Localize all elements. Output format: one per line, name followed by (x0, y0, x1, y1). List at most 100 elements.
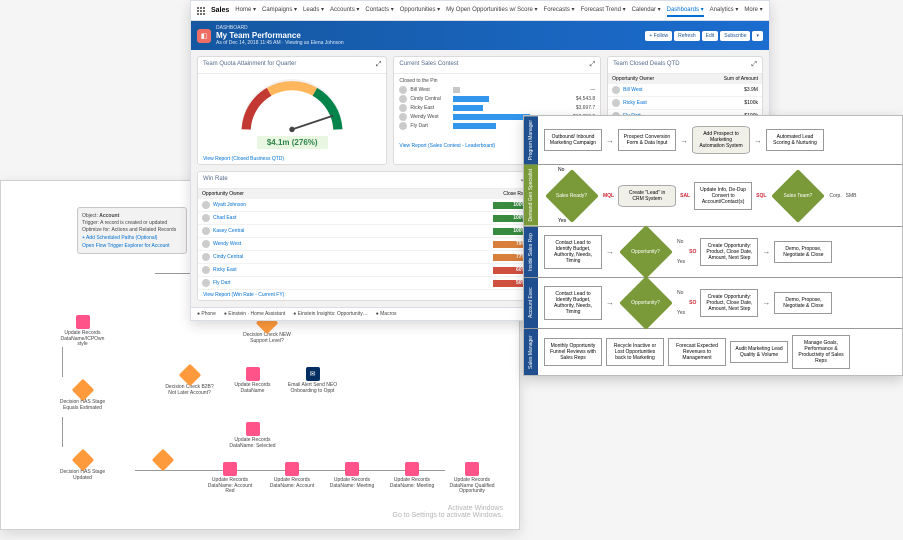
flow-email-node[interactable]: ✉ Email Alert Send NEO Onboarding to Opp… (285, 367, 340, 394)
flow-update-node[interactable]: Update Records DataName: Meeting (327, 462, 377, 489)
nav-tab[interactable]: Calendar ▾ (632, 4, 661, 17)
process-tag: SAL (680, 193, 690, 199)
process-step: Demo, Propose, Negotiate & Close (774, 241, 832, 263)
arrow-icon: → (606, 247, 614, 256)
contest-name: Wendy West (410, 114, 450, 120)
edge-yes: Yes (677, 259, 685, 265)
process-step: Recycle Inactive or Lost Opportunities b… (606, 338, 664, 366)
card-expand-icon[interactable]: ⤢ (751, 61, 757, 69)
nav-tab[interactable]: Opportunities ▾ (400, 4, 440, 17)
avatar (399, 113, 407, 121)
header-buttons: + FollowRefreshEditSubscribe▾ (645, 31, 763, 41)
deals-amt: $100k (744, 100, 758, 106)
update-records-icon (285, 462, 299, 476)
decision-label: Decision HAS Stage Updated (55, 470, 110, 481)
nav-tab[interactable]: Analytics ▾ (710, 4, 739, 17)
header-button[interactable]: + Follow (645, 31, 672, 41)
avatar (202, 214, 210, 222)
contest-val: — (590, 87, 595, 93)
nav-tab[interactable]: Dashboards ▾ (667, 4, 704, 17)
utility-tab[interactable]: ● Einstein Insights: Opportunity… (293, 311, 367, 317)
flow-start-panel: Object: Account Trigger: A record is cre… (77, 207, 187, 254)
winrate-name: Wyatt Johnson (213, 202, 246, 208)
winrate-row[interactable]: Wendy West79% (198, 238, 532, 251)
decision-label: Decision Check B2B? Not Later Account? (162, 385, 217, 396)
swimlane: Inside Sales RepContact Lead to Identify… (524, 227, 902, 278)
flow-decision-node[interactable]: Decision Check B2B? Not Later Account? (162, 367, 217, 396)
deals-row[interactable]: Ricky East$100k (608, 97, 762, 110)
winrate-row[interactable]: Ricky East60% (198, 264, 532, 277)
swimlane-content: Monthly Opportunity Funnel Reviews with … (538, 329, 902, 375)
swimlane-content: Contact Lead to Identify Budget, Authori… (538, 227, 902, 277)
flow-decision-node[interactable]: Decision HAS Stage Equals Estimated (55, 382, 110, 411)
process-step: Automated Lead Scoring & Nurturing (766, 129, 824, 151)
header-button[interactable]: Subscribe (720, 31, 750, 41)
swimlane-content: Contact Lead to Identify Budget, Authori… (538, 278, 902, 328)
flow-decision-node[interactable] (135, 452, 190, 468)
winrate-row[interactable]: Kasey Central100% (198, 225, 532, 238)
winrate-name: Kasey Central (213, 228, 244, 234)
process-tag: MQL (603, 193, 614, 199)
quota-value: $4.1m (276%) (257, 136, 328, 149)
nav-tab[interactable]: Accounts ▾ (330, 4, 359, 17)
process-step: Contact Lead to Identify Budget, Authori… (544, 286, 602, 320)
deals-row[interactable]: Bill West$3.9M (608, 84, 762, 97)
winrate-name: Cindy Central (213, 254, 243, 260)
header-button[interactable]: Refresh (674, 31, 700, 41)
winrate-row[interactable]: Wyatt Johnson100% (198, 199, 532, 212)
nav-tab[interactable]: Contacts ▾ (365, 4, 393, 17)
swimlane: Sales ManagerMonthly Opportunity Funnel … (524, 329, 902, 375)
flow-update-node[interactable]: Update Records DataName: Meeting (387, 462, 437, 489)
update-records-icon (76, 315, 90, 329)
contest-sub: Closed to the Pin (399, 78, 595, 84)
contest-val: $3,697.7 (576, 105, 595, 111)
nav-tab[interactable]: Campaigns ▾ (262, 4, 297, 17)
val-optimize: Optimize for: Actions and Related Record… (82, 227, 182, 233)
card-expand-icon[interactable]: ⤢ (376, 61, 382, 69)
header-button[interactable]: ▾ (752, 31, 763, 41)
card-expand-icon[interactable]: ⤢ (590, 61, 596, 69)
winrate-row[interactable]: Fly Dart50% (198, 277, 532, 290)
email-alert-icon: ✉ (306, 367, 320, 381)
process-step: Contact Lead to Identify Budget, Authori… (544, 235, 602, 269)
flow-update-node[interactable]: Update Records DataName/ICPOwn style (55, 315, 110, 348)
header-button[interactable]: Edit (702, 31, 719, 41)
app-launcher-icon[interactable] (197, 7, 205, 15)
deals-th-amount: Sum of Amount (724, 76, 758, 82)
utility-tab[interactable]: ● Einstein · Home Assistant (224, 311, 285, 317)
process-step: Demo, Propose, Negotiate & Close (774, 292, 832, 314)
flow-update-node[interactable]: Update Records DataName (225, 367, 280, 394)
flow-update-node[interactable]: Update Records DataName: Account (267, 462, 317, 489)
winrate-name: Ricky East (213, 267, 237, 273)
avatar (202, 227, 210, 235)
winrate-row[interactable]: Chad East100% (198, 212, 532, 225)
link-add-path[interactable]: + Add Scheduled Paths (Optional) (82, 235, 182, 241)
nav-tab[interactable]: My Open Opportunities w/ Score ▾ (446, 4, 537, 17)
diamond-icon (71, 449, 94, 472)
winrate-row[interactable]: Cindy Central77% (198, 251, 532, 264)
nav-tab[interactable]: More ▾ (744, 4, 762, 17)
watermark-line2: Go to Settings to activate Windows. (393, 512, 504, 519)
card-win-rate: Win Rate⤢ Opportunity Owner Close Rate W… (197, 171, 533, 301)
contest-name: Bill West (410, 87, 450, 93)
avatar (202, 279, 210, 287)
link-trigger-explorer[interactable]: Open Flow Trigger Explorer for Account (82, 243, 182, 249)
update-label: Update Records DataName: Meeting (327, 478, 377, 489)
nav-tab[interactable]: Forecasts ▾ (544, 4, 575, 17)
quota-report-link[interactable]: View Report (Closed Business QTD) (198, 154, 386, 164)
utility-tab[interactable]: ● Phone (197, 311, 216, 317)
winrate-report-link[interactable]: View Report (Win Rate - Current FY) (198, 290, 532, 300)
decision-label: Decision Check NEW Support Level? (237, 333, 297, 344)
flow-decision-node[interactable]: Decision HAS Stage Updated (55, 452, 110, 481)
flow-update-node[interactable]: Update Records DataName: Account Red (205, 462, 255, 495)
deals-name: Bill West (623, 87, 642, 93)
nav-tab[interactable]: Home ▾ (235, 4, 256, 17)
update-records-icon (223, 462, 237, 476)
nav-tab[interactable]: Leads ▾ (303, 4, 324, 17)
process-step: Outbound/ Inbound Marketing Campaign (544, 129, 602, 151)
dashboard-title: My Team Performance (216, 31, 344, 40)
flow-update-node[interactable]: Update Records DataName: Selected (225, 422, 280, 449)
flow-update-node[interactable]: Update Records DataName Qualified Opport… (447, 462, 497, 495)
nav-tab[interactable]: Forecast Trend ▾ (581, 4, 626, 17)
utility-tab[interactable]: ● Macros (376, 311, 397, 317)
